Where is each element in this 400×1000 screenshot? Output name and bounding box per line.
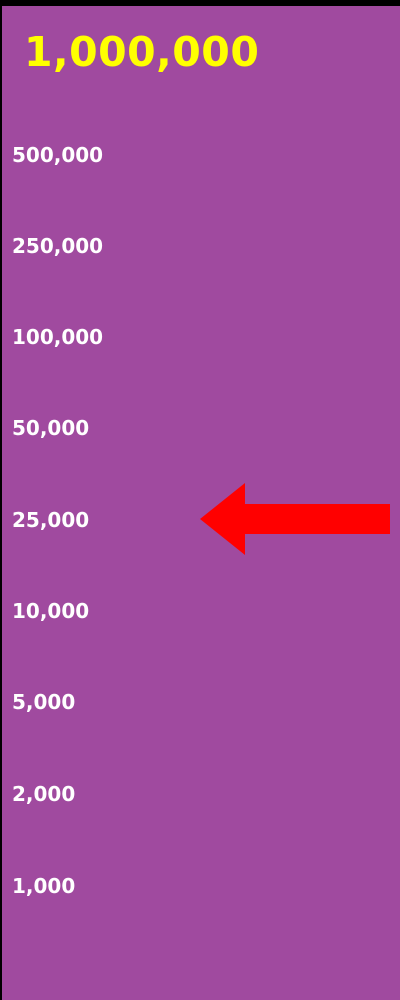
ladder-level-2000: 2,000 [12,782,76,806]
ladder-level-50000: 50,000 [12,416,90,440]
ladder-level-250000: 250,000 [12,234,104,258]
left-arrow-icon [200,483,390,555]
ladder-level-5000: 5,000 [12,690,76,714]
top-prize-amount: 1,000,000 [24,28,260,76]
ladder-level-100000: 100,000 [12,325,104,349]
ladder-level-10000: 10,000 [12,599,90,623]
ladder-level-500000: 500,000 [12,143,104,167]
ladder-level-25000: 25,000 [12,508,90,532]
ladder-level-1000: 1,000 [12,874,76,898]
